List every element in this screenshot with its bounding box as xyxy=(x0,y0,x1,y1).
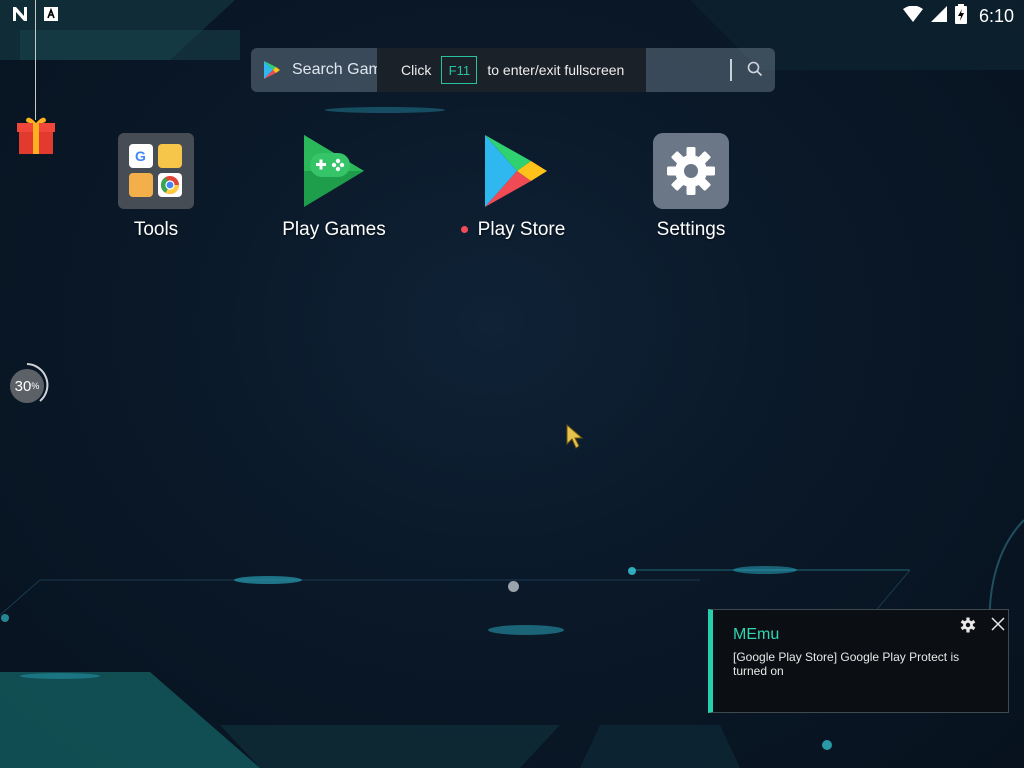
play-store-mini-icon xyxy=(263,60,281,85)
svg-text:G: G xyxy=(135,148,146,164)
settings-gear-icon xyxy=(653,133,729,209)
app-play-games[interactable]: Play Games xyxy=(259,133,409,241)
search-divider xyxy=(730,59,732,81)
notification-close-icon[interactable] xyxy=(991,617,1005,636)
signal-icon xyxy=(930,6,947,27)
tools-folder-icon: G xyxy=(118,133,194,209)
notification-title: MEmu xyxy=(733,626,780,643)
app-settings[interactable]: Settings xyxy=(616,133,766,241)
play-games-icon xyxy=(304,135,364,207)
new-badge-dot xyxy=(460,226,468,234)
progress-value: 30% xyxy=(10,369,44,403)
gift-icon[interactable] xyxy=(17,114,55,159)
notification-toast[interactable]: MEmu [Google Play Store] Google Play Pro… xyxy=(708,609,1009,713)
status-bar: 6:10 xyxy=(0,0,1024,30)
clock: 6:10 xyxy=(978,6,1014,26)
app-tools[interactable]: G Tools xyxy=(81,133,231,241)
app-label: Play Store xyxy=(438,219,588,241)
tip-key-badge: F11 xyxy=(441,56,478,84)
gift-string xyxy=(35,0,36,120)
battery-icon xyxy=(954,4,967,29)
notification-gear-icon[interactable] xyxy=(960,617,976,638)
a-icon xyxy=(44,7,58,26)
mouse-cursor-icon xyxy=(566,424,584,449)
tip-suffix: to enter/exit fullscreen xyxy=(487,62,625,78)
notification-body: [Google Play Store] Google Play Protect … xyxy=(733,650,960,678)
page-indicator-dot xyxy=(508,581,519,592)
n-icon xyxy=(12,6,30,27)
tip-prefix: Click xyxy=(401,62,432,78)
search-icon[interactable] xyxy=(747,61,763,82)
wifi-icon xyxy=(902,5,923,27)
app-label: Settings xyxy=(656,219,726,240)
performance-widget[interactable]: 30% xyxy=(4,362,50,408)
app-label: Tools xyxy=(133,219,179,240)
app-play-store[interactable]: Play Store xyxy=(438,133,588,241)
fullscreen-tip: Click F11 to enter/exit fullscreen xyxy=(377,48,646,92)
app-label: Play Games xyxy=(282,219,386,240)
play-store-icon xyxy=(485,135,547,207)
